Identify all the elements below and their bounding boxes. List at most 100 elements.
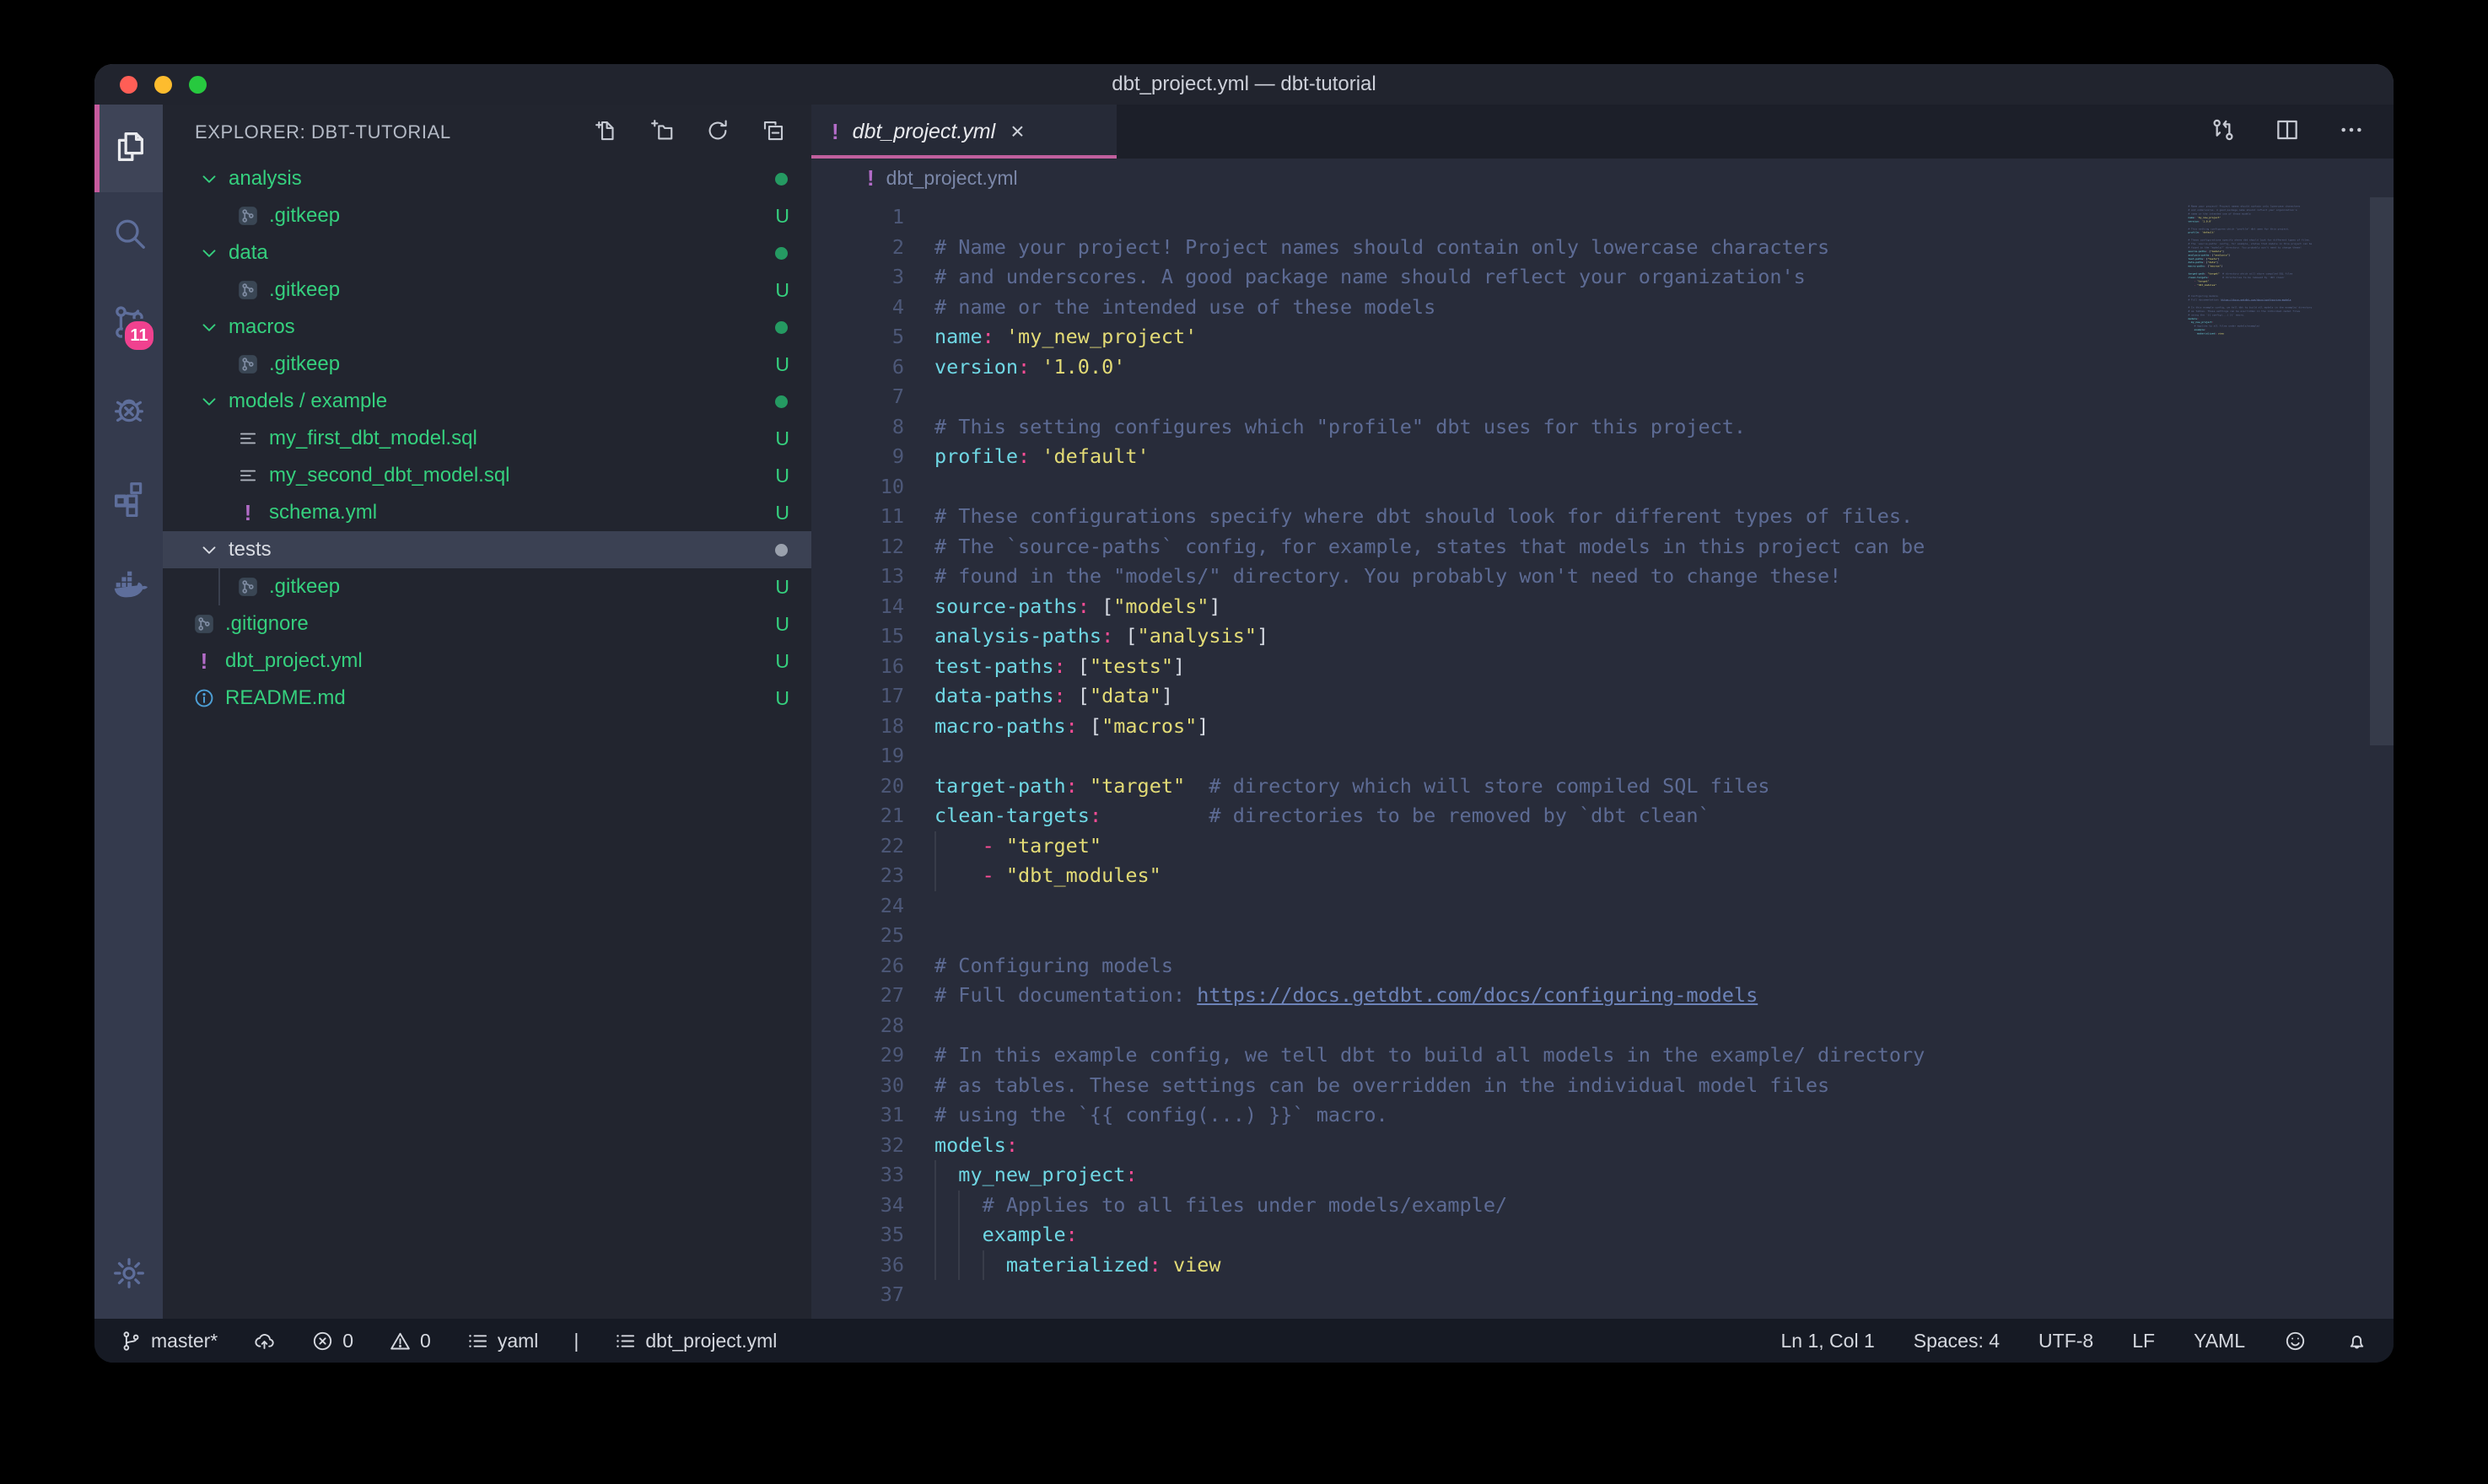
git-branch-icon bbox=[120, 1330, 143, 1352]
activity-item-explorer[interactable] bbox=[94, 105, 163, 192]
tree-item-data[interactable]: data bbox=[163, 234, 811, 272]
code-token: ] bbox=[1209, 594, 1220, 618]
zoom-window-button[interactable] bbox=[189, 76, 207, 94]
chevron-down-icon bbox=[198, 539, 220, 561]
doc-link[interactable]: https://docs.getdbt.com/docs/configuring… bbox=[1197, 983, 1758, 1007]
git-status-dot bbox=[775, 321, 788, 334]
split-editor-icon[interactable] bbox=[2274, 116, 2301, 148]
code-token: [ bbox=[1101, 594, 1113, 618]
tree-item--gitignore[interactable]: .gitignoreU bbox=[163, 605, 811, 643]
tree-item-label: macros bbox=[229, 315, 295, 339]
tree-item-label: models / example bbox=[229, 390, 387, 413]
tree-item-models-example[interactable]: models / example bbox=[163, 383, 811, 420]
code-token: ] bbox=[1197, 714, 1209, 738]
line-content: # using the `{{ config(...) }}` macro. bbox=[904, 1100, 1388, 1131]
code-line: 28 bbox=[811, 1011, 2394, 1041]
code-line: 19 bbox=[811, 741, 2394, 772]
code-token: : bbox=[1006, 1133, 1018, 1157]
minimize-window-button[interactable] bbox=[154, 76, 172, 94]
tree-item--gitkeep[interactable]: .gitkeepU bbox=[163, 568, 811, 605]
close-window-button[interactable] bbox=[120, 76, 137, 94]
line-content: # and underscores. A good package name s… bbox=[904, 262, 1806, 293]
tab-bar: ! dbt_project.yml × bbox=[811, 105, 2394, 159]
status-label: UTF-8 bbox=[2038, 1330, 2093, 1352]
code-token: view bbox=[1173, 1253, 1221, 1277]
status-warning-count[interactable]: 0 bbox=[389, 1330, 431, 1352]
activity-item-settings-gear[interactable] bbox=[94, 1231, 163, 1319]
line-content: target-path: "target" # directory which … bbox=[904, 772, 1769, 802]
chevron-down-icon bbox=[198, 316, 220, 338]
tree-item-my-second-dbt-model-sql[interactable]: my_second_dbt_model.sqlU bbox=[163, 457, 811, 494]
open-changes-icon[interactable] bbox=[2210, 116, 2237, 148]
status-feedback[interactable] bbox=[2284, 1330, 2307, 1352]
line-content: example: bbox=[904, 1220, 1078, 1250]
status-encoding[interactable]: UTF-8 bbox=[2038, 1330, 2093, 1352]
status-publish-changes[interactable] bbox=[253, 1330, 276, 1352]
line-number: 6 bbox=[811, 352, 904, 383]
status-dbt-project-status[interactable]: dbt_project.yml bbox=[614, 1330, 777, 1352]
code-line: 30# as tables. These settings can be ove… bbox=[811, 1071, 2394, 1101]
tree-item-macros[interactable]: macros bbox=[163, 309, 811, 346]
code-token: "data" bbox=[1090, 684, 1161, 707]
code-token: # Applies to all files under models/exam… bbox=[983, 1193, 1508, 1217]
tree-item--gitkeep[interactable]: .gitkeepU bbox=[163, 272, 811, 309]
code-token: profile bbox=[934, 444, 1018, 468]
search-icon bbox=[110, 215, 148, 258]
checklist-icon bbox=[466, 1330, 489, 1352]
code-line: 6version: '1.0.0' bbox=[811, 352, 2394, 383]
status-notifications[interactable] bbox=[2345, 1330, 2368, 1352]
tree-item-dbt-project-yml[interactable]: !dbt_project.ymlU bbox=[163, 643, 811, 680]
activity-item-extensions[interactable] bbox=[94, 455, 163, 543]
code-line: 29# In this example config, we tell dbt … bbox=[811, 1040, 2394, 1071]
tree-item-label: tests bbox=[229, 538, 272, 562]
activity-item-debug[interactable] bbox=[94, 368, 163, 455]
git-status-dot bbox=[775, 247, 788, 260]
new-file-icon[interactable] bbox=[594, 118, 619, 148]
tree-item-schema-yml[interactable]: !schema.ymlU bbox=[163, 494, 811, 531]
code-token: # directory which will store compiled SQ… bbox=[1185, 774, 1769, 798]
code-token: # Configuring models bbox=[934, 954, 1173, 977]
editor-scrollbar[interactable] bbox=[2370, 197, 2394, 745]
code-token: : bbox=[1066, 774, 1078, 798]
git-untracked-badge: U bbox=[775, 502, 789, 524]
code-lines: 12# Name your project! Project names sho… bbox=[811, 202, 2394, 1310]
tree-item-my-first-dbt-model-sql[interactable]: my_first_dbt_model.sqlU bbox=[163, 420, 811, 457]
tree-item--gitkeep[interactable]: .gitkeepU bbox=[163, 346, 811, 383]
status-dbt-yaml-status[interactable]: yaml bbox=[466, 1330, 539, 1352]
editor-actions bbox=[2210, 105, 2394, 159]
close-tab-icon[interactable]: × bbox=[1010, 120, 1024, 143]
status-error-count[interactable]: 0 bbox=[311, 1330, 353, 1352]
activity-item-docker[interactable] bbox=[94, 543, 163, 631]
refresh-explorer-icon[interactable] bbox=[705, 118, 730, 148]
tree-item-label: dbt_project.yml bbox=[225, 649, 363, 673]
line-number: 28 bbox=[811, 1011, 904, 1041]
status-cursor-position[interactable]: Ln 1, Col 1 bbox=[1781, 1330, 1875, 1352]
code-token: : bbox=[1018, 444, 1030, 468]
collapse-folders-icon[interactable] bbox=[761, 118, 786, 148]
new-folder-icon[interactable] bbox=[649, 118, 675, 148]
tree-item--gitkeep[interactable]: .gitkeepU bbox=[163, 197, 811, 234]
title-bar[interactable]: dbt_project.yml — dbt-tutorial bbox=[94, 64, 2394, 105]
tab-dbt-project-yml[interactable]: ! dbt_project.yml × bbox=[811, 105, 1117, 159]
more-actions-icon[interactable] bbox=[2338, 116, 2365, 148]
code-token: [ bbox=[1078, 654, 1090, 678]
code-line: 31# using the `{{ config(...) }}` macro. bbox=[811, 1100, 2394, 1131]
tree-item-readme-md[interactable]: README.mdU bbox=[163, 680, 811, 717]
activity-item-source-control[interactable]: 11 bbox=[94, 280, 163, 368]
code-line: 11# These configurations specify where d… bbox=[811, 502, 2394, 532]
code-editor[interactable]: 12# Name your project! Project names sho… bbox=[811, 197, 2394, 1319]
tree-item-analysis[interactable]: analysis bbox=[163, 160, 811, 197]
status-indentation[interactable]: Spaces: 4 bbox=[1914, 1330, 2000, 1352]
line-number: 33 bbox=[811, 1160, 904, 1191]
activity-item-search[interactable] bbox=[94, 192, 163, 280]
tree-item-tests[interactable]: tests bbox=[163, 531, 811, 568]
status-eol[interactable]: LF bbox=[2132, 1330, 2155, 1352]
code-token: ] bbox=[1257, 624, 1268, 648]
line-number: 31 bbox=[811, 1100, 904, 1131]
line-content: # found in the "models/" directory. You … bbox=[904, 562, 1841, 592]
status-branch-indicator[interactable]: master* bbox=[120, 1330, 218, 1352]
status-language-mode[interactable]: YAML bbox=[2194, 1330, 2245, 1352]
breadcrumb[interactable]: ! dbt_project.yml bbox=[811, 159, 2394, 197]
code-token bbox=[1030, 444, 1042, 468]
code-token: 'default' bbox=[1042, 444, 1149, 468]
